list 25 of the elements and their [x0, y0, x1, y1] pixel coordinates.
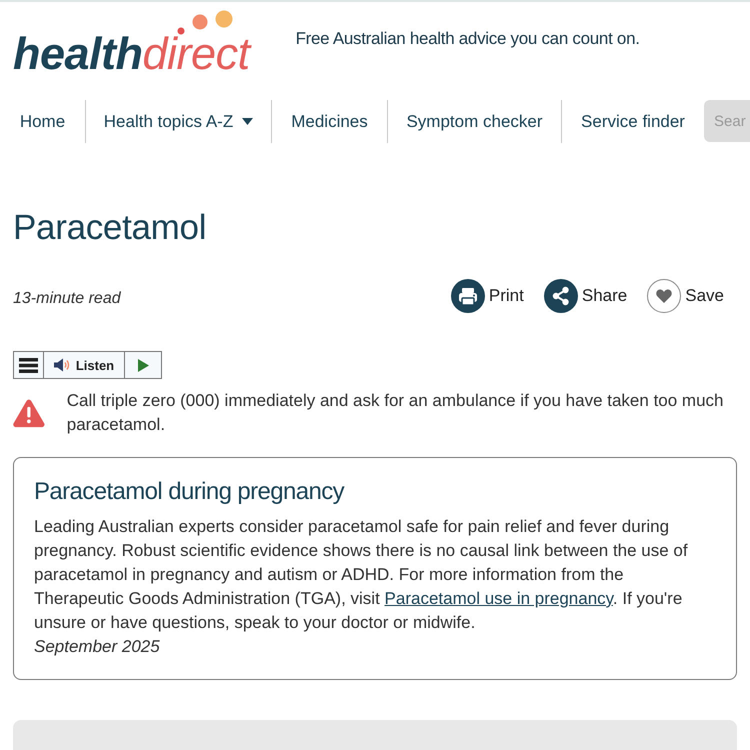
nav-link[interactable]: Symptom checker: [387, 100, 561, 143]
printer-icon: [450, 279, 485, 313]
save-button[interactable]: Save: [647, 279, 724, 313]
read-time: 13-minute read: [13, 290, 121, 308]
nav-link[interactable]: Health topics A-Z: [85, 100, 271, 143]
notice-title: Paracetamol during pregnancy: [34, 477, 346, 507]
nav-link[interactable]: Home: [0, 100, 85, 143]
tagline: Free Australian health advice you can count on.: [296, 29, 640, 49]
share-button[interactable]: Share: [544, 279, 628, 313]
speaker-icon: [54, 358, 71, 372]
print-button[interactable]: Print: [450, 279, 524, 313]
page-title: Paracetamol: [13, 207, 208, 249]
logo-wordmark[interactable]: healthdirect: [13, 28, 250, 80]
notice-text: Leading Australian experts consider paracetamol safe for pain relief and fever during pregnancy. Robust scientific evidence shows there is no causal link between the use of paracetamol in pregnancy and autism or ADHD. For more information from the Therapeutic Goods Administration (TGA), visit Paracetamol use in pregnancy. If you're unsure or have questions, speak to your doctor or midwife.: [34, 516, 689, 634]
notice-date: September 2025: [34, 636, 161, 658]
alert-text: Call triple zero (000) immediately and ask for an ambulance if you have taken too much paracetamol.: [66, 390, 724, 436]
warning-icon: [13, 397, 45, 429]
nav-link[interactable]: Medicines: [271, 100, 387, 143]
listen-button[interactable]: Listen: [43, 352, 124, 378]
caret-icon: [242, 118, 254, 125]
play-icon: [138, 358, 148, 372]
menu-icon: [19, 358, 38, 372]
notice-link[interactable]: Paracetamol use in pregnancy: [384, 589, 613, 608]
search-field[interactable]: Sear: [704, 100, 750, 142]
share-icon: [544, 279, 578, 313]
